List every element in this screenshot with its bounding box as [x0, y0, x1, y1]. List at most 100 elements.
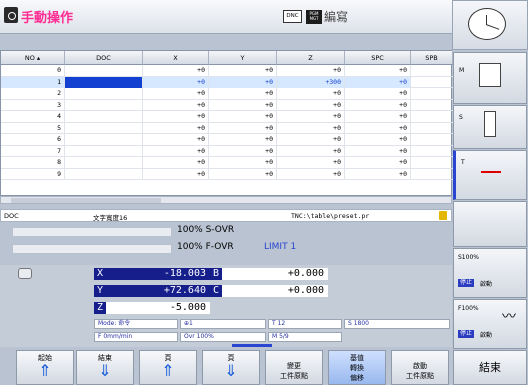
table-row[interactable]: 4 +0 +0 +0 +0 [1, 111, 453, 123]
table-row[interactable]: 0 +0 +0 +0 +0 [1, 65, 453, 77]
table-cell-z[interactable]: +0 [277, 122, 345, 134]
table-cell-y[interactable]: +0 [209, 168, 277, 180]
table-cell-x[interactable]: +0 [143, 168, 209, 180]
softkey-page-up[interactable]: 頁 ⇑ [139, 350, 197, 385]
table-row[interactable]: 6 +0 +0 +0 +0 [1, 134, 453, 146]
table-cell-y[interactable]: +0 [209, 76, 277, 88]
table-cell-no[interactable]: 8 [1, 157, 65, 168]
table-row[interactable]: 7 +0 +0 +0 +0 [1, 145, 453, 157]
t-function-softkey[interactable]: T [453, 150, 527, 200]
table-cell-spc[interactable]: +0 [345, 65, 411, 76]
column-header-spc[interactable]: SPC [345, 51, 411, 65]
column-header-no[interactable]: NO ▴ [1, 51, 65, 65]
table-cell-no[interactable]: 2 [1, 88, 65, 99]
table-cell-x[interactable]: +0 [143, 145, 209, 157]
table-cell-spc[interactable]: +0 [345, 99, 411, 111]
table-cell-doc[interactable] [65, 111, 143, 122]
table-cell-doc[interactable] [65, 157, 143, 168]
table-cell-z[interactable]: +0 [277, 111, 345, 122]
table-cell-spc[interactable]: +0 [345, 88, 411, 99]
edit-mode-title[interactable]: 編寫 [324, 8, 348, 25]
table-cell-x[interactable]: +0 [143, 157, 209, 168]
table-cell-spc[interactable]: +0 [345, 157, 411, 168]
column-header-z[interactable]: Z [277, 51, 345, 65]
s-label: S [459, 114, 463, 121]
table-cell-doc[interactable] [65, 168, 143, 180]
softkey-end[interactable]: 結束 ⇓ [76, 350, 134, 385]
table-row[interactable]: 2 +0 +0 +0 +0 [1, 88, 453, 100]
column-header-y[interactable]: Y [209, 51, 277, 65]
table-cell-y[interactable]: +0 [209, 88, 277, 99]
softkey-begin[interactable]: 起始 ⇑ [16, 350, 74, 385]
table-cell-x[interactable]: +0 [143, 122, 209, 134]
feed-override-softkey[interactable]: F100% 〰 停止 啟動 [453, 299, 527, 349]
table-cell-no[interactable]: 3 [1, 99, 65, 111]
table-cell-y[interactable]: +0 [209, 99, 277, 111]
dnc-button[interactable]: DNC [283, 10, 302, 23]
table-row[interactable]: 9 +0 +0 +0 +0 [1, 168, 453, 180]
table-cell-z[interactable]: +0 [277, 99, 345, 111]
table-row[interactable]: 8 +0 +0 +0 +0 [1, 157, 453, 169]
table-cell-z[interactable]: +0 [277, 157, 345, 168]
table-cell-x[interactable]: +0 [143, 99, 209, 111]
table-cell-z[interactable]: +0 [277, 88, 345, 99]
table-cell-z[interactable]: +0 [277, 145, 345, 157]
table-row[interactable]: 3 +0 +0 +0 +0 [1, 99, 453, 111]
table-cell-x[interactable]: +0 [143, 88, 209, 99]
table-cell-no[interactable]: 1 [1, 76, 65, 88]
table-cell-doc[interactable] [65, 122, 143, 134]
table-cell-doc[interactable] [65, 76, 143, 88]
s-function-softkey[interactable]: S [453, 105, 527, 149]
table-cell-x[interactable]: +0 [143, 111, 209, 122]
table-cell-spc[interactable]: +0 [345, 111, 411, 122]
table-cell-z[interactable]: +0 [277, 134, 345, 145]
axis-x-value: -18.003 [163, 268, 206, 279]
table-cell-doc[interactable] [65, 134, 143, 145]
table-cell-z[interactable]: +0 [277, 65, 345, 76]
table-cell-no[interactable]: 9 [1, 168, 65, 180]
column-header-spb[interactable]: SPB [411, 51, 453, 65]
table-cell-spc[interactable]: +0 [345, 168, 411, 180]
table-row[interactable]: 1 +0 +0 +300 +0 [1, 76, 453, 88]
table-cell-doc[interactable] [65, 65, 143, 76]
table-cell-no[interactable]: 0 [1, 65, 65, 76]
table-cell-doc[interactable] [65, 99, 143, 111]
softkey-change-datum[interactable]: 變更 工件原點 [265, 350, 323, 385]
table-cell-y[interactable]: +0 [209, 134, 277, 145]
pgm-mgt-button[interactable]: PGM MGT [306, 10, 322, 24]
table-cell-x[interactable]: +0 [143, 65, 209, 76]
table-cell-spc[interactable]: +0 [345, 76, 411, 88]
table-cell-doc[interactable] [65, 145, 143, 157]
table-cell-doc[interactable] [65, 88, 143, 99]
table-cell-x[interactable]: +0 [143, 134, 209, 145]
table-cell-y[interactable]: +0 [209, 111, 277, 122]
table-horizontal-scrollbar[interactable] [0, 196, 452, 204]
table-cell-no[interactable]: 6 [1, 134, 65, 145]
softkey-finish[interactable]: 結束 [453, 350, 527, 385]
table-cell-no[interactable]: 7 [1, 145, 65, 157]
spindle-override-softkey[interactable]: S100% 停止 啟動 [453, 248, 527, 298]
table-cell-y[interactable]: +0 [209, 122, 277, 134]
table-cell-x[interactable]: +0 [143, 76, 209, 88]
table-cell-z[interactable]: +300 [277, 76, 345, 88]
table-cell-z[interactable]: +0 [277, 168, 345, 180]
table-cell-spc[interactable]: +0 [345, 145, 411, 157]
s100-label: S100% [458, 254, 479, 261]
refresh-icon[interactable] [18, 268, 32, 279]
softkey-page-down[interactable]: 頁 ⇓ [202, 350, 260, 385]
m-function-softkey[interactable]: M [453, 52, 527, 104]
table-cell-no[interactable]: 4 [1, 111, 65, 122]
table-cell-y[interactable]: +0 [209, 145, 277, 157]
column-header-doc[interactable]: DOC [65, 51, 143, 65]
column-header-x[interactable]: X [143, 51, 209, 65]
table-cell-spc[interactable]: +0 [345, 134, 411, 145]
scrollbar-thumb[interactable] [11, 198, 161, 203]
softkey-activate-datum[interactable]: 啟動 工件原點 [391, 350, 449, 385]
table-cell-y[interactable]: +0 [209, 157, 277, 168]
softkey-base-transform[interactable]: 基值 轉換 偏移 [328, 350, 386, 385]
table-cell-y[interactable]: +0 [209, 65, 277, 76]
table-row[interactable]: 5 +0 +0 +0 +0 [1, 122, 453, 134]
table-cell-no[interactable]: 5 [1, 122, 65, 134]
blank-softkey[interactable] [453, 201, 527, 247]
table-cell-spc[interactable]: +0 [345, 122, 411, 134]
